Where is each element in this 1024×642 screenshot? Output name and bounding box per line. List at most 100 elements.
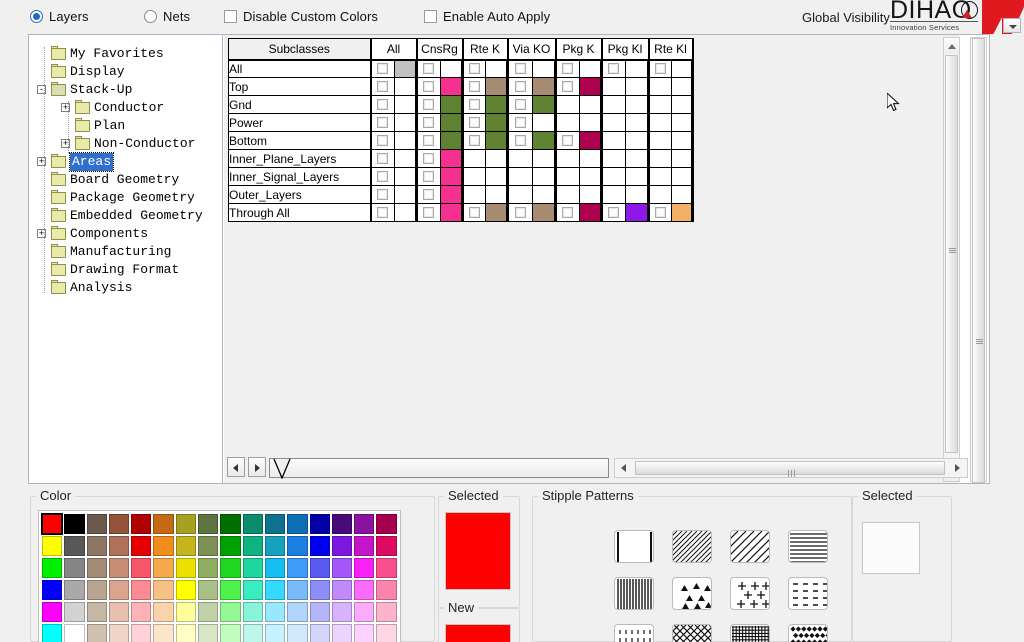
checkbox-icon[interactable] [377, 207, 388, 218]
visibility-checkbox[interactable] [371, 186, 395, 203]
visibility-checkbox[interactable] [417, 150, 441, 167]
palette-swatch[interactable] [152, 579, 174, 601]
palette-swatch[interactable] [152, 601, 174, 623]
tree-item-my-favorites[interactable]: My Favorites [29, 45, 222, 63]
visibility-checkbox[interactable] [602, 150, 626, 167]
column-header-cnsrg[interactable]: CnsRg [416, 38, 464, 61]
palette-swatch[interactable] [264, 579, 286, 601]
tab-scroll-left-button[interactable] [227, 457, 245, 477]
palette-swatch[interactable] [130, 557, 152, 579]
palette-swatch[interactable] [219, 579, 241, 601]
stipple-cell[interactable] [726, 571, 784, 618]
palette-swatch[interactable] [108, 535, 130, 557]
visibility-checkbox[interactable] [508, 96, 533, 113]
visibility-checkbox[interactable] [556, 168, 580, 185]
cell-inner-plane-layers-via-ko[interactable] [507, 149, 557, 168]
stipple-diagonal-lines-wide-icon[interactable] [730, 530, 770, 563]
checkbox-icon[interactable] [423, 135, 434, 146]
checkbox-disable-custom-colors[interactable]: Disable Custom Colors [224, 9, 378, 24]
palette-swatch[interactable] [309, 535, 331, 557]
cell-power-pkg-k[interactable] [555, 113, 603, 132]
table-scroll-up-button[interactable] [944, 38, 959, 54]
palette-swatch[interactable] [219, 623, 241, 642]
table-row[interactable]: Top [228, 77, 694, 96]
tree-item-plan[interactable]: Plan [29, 117, 222, 135]
color-swatch-cell[interactable] [394, 168, 416, 185]
cell-gnd-all[interactable] [370, 95, 418, 114]
color-swatch-cell[interactable] [394, 60, 416, 77]
visibility-checkbox[interactable] [417, 114, 441, 131]
cell-outer-layers-pkg-kl[interactable] [601, 185, 650, 204]
visibility-checkbox[interactable] [463, 132, 486, 149]
table-row[interactable]: Bottom [228, 131, 694, 150]
visibility-checkbox[interactable] [556, 60, 580, 77]
palette-swatch[interactable] [264, 535, 286, 557]
stipple-pattern-grid[interactable] [610, 524, 842, 642]
color-swatch-cell[interactable] [440, 114, 462, 131]
palette-swatch[interactable] [286, 579, 308, 601]
cell-power-all[interactable] [370, 113, 418, 132]
visibility-checkbox[interactable] [417, 204, 441, 221]
visibility-checkbox[interactable] [463, 60, 486, 77]
color-swatch-cell[interactable] [671, 132, 692, 149]
color-swatch-cell[interactable] [625, 150, 648, 167]
cell-inner-plane-layers-pkg-kl[interactable] [601, 149, 650, 168]
cell-inner-signal-layers-cnsrg[interactable] [416, 167, 464, 186]
row-label-bottom[interactable]: Bottom [228, 131, 372, 150]
cell-through-all-pkg-k[interactable] [555, 203, 603, 222]
color-swatch-cell[interactable] [625, 186, 648, 203]
color-swatch-cell[interactable] [532, 96, 555, 113]
cell-outer-layers-cnsrg[interactable] [416, 185, 464, 204]
cell-outer-layers-all[interactable] [370, 185, 418, 204]
visibility-checkbox[interactable] [556, 96, 580, 113]
checkbox-icon[interactable] [562, 207, 573, 218]
cell-gnd-rte-kl[interactable] [648, 95, 694, 114]
tree-item-display[interactable]: Display [29, 63, 222, 81]
color-swatch-cell[interactable] [671, 78, 692, 95]
row-label-through-all[interactable]: Through All [228, 203, 372, 222]
column-header-pkg-k[interactable]: Pkg K [555, 38, 603, 61]
palette-swatch[interactable] [197, 601, 219, 623]
visibility-checkbox[interactable] [463, 204, 486, 221]
checkbox-icon[interactable] [423, 207, 434, 218]
color-swatch-cell[interactable] [532, 132, 555, 149]
checkbox-icon[interactable] [377, 135, 388, 146]
checkbox-icon[interactable] [468, 81, 480, 92]
color-swatch-cell[interactable] [394, 150, 416, 167]
palette-swatch[interactable] [242, 535, 264, 557]
cell-top-cnsrg[interactable] [416, 77, 464, 96]
palette-swatch[interactable] [242, 601, 264, 623]
color-swatch-cell[interactable] [625, 204, 648, 221]
cell-power-cnsrg[interactable] [416, 113, 464, 132]
color-swatch-cell[interactable] [671, 168, 692, 185]
checkbox-icon[interactable] [514, 99, 526, 110]
hscroll-thumb[interactable] [635, 461, 945, 477]
palette-swatch[interactable] [108, 601, 130, 623]
visibility-checkbox[interactable] [463, 96, 486, 113]
visibility-checkbox[interactable] [602, 204, 626, 221]
checkbox-icon[interactable] [468, 135, 480, 146]
visibility-checkbox[interactable] [649, 60, 672, 77]
color-swatch-cell[interactable] [579, 150, 601, 167]
palette-swatch[interactable] [286, 623, 308, 642]
color-swatch-cell[interactable] [579, 60, 601, 77]
cell-top-rte-k[interactable] [462, 77, 509, 96]
palette-swatch[interactable] [242, 557, 264, 579]
visibility-checkbox[interactable] [602, 96, 626, 113]
visibility-checkbox[interactable] [463, 168, 486, 185]
visibility-checkbox[interactable] [508, 168, 533, 185]
visibility-checkbox[interactable] [556, 204, 580, 221]
palette-swatch[interactable] [63, 623, 85, 642]
radio-layers[interactable]: Layers [30, 9, 89, 24]
cell-bottom-pkg-kl[interactable] [601, 131, 650, 150]
visibility-checkbox[interactable] [371, 78, 395, 95]
hscroll-left-button[interactable] [616, 460, 632, 476]
color-swatch-cell[interactable] [485, 96, 507, 113]
color-swatch-cell[interactable] [625, 168, 648, 185]
stipple-horizontal-lines-icon[interactable] [788, 530, 828, 563]
cell-inner-plane-layers-rte-kl[interactable] [648, 149, 694, 168]
stipple-cross-hatch-icon[interactable] [672, 624, 712, 642]
table-vertical-scrollbar[interactable] [943, 37, 960, 482]
table-scroll-thumb[interactable] [945, 55, 958, 453]
visibility-checkbox[interactable] [508, 186, 533, 203]
